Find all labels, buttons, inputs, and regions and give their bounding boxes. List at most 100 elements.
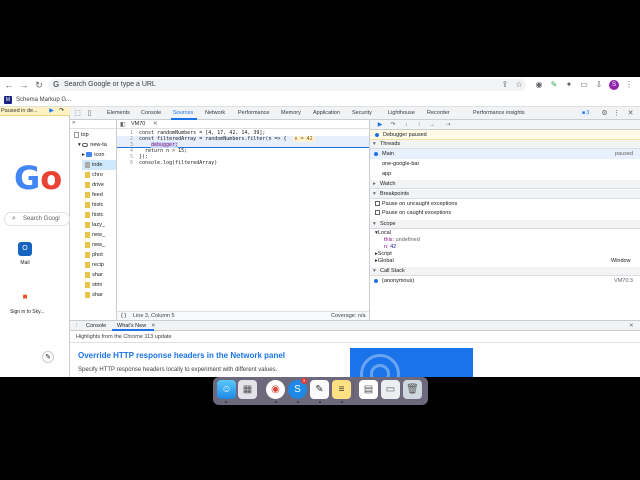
tree-item-selected[interactable]: inde <box>82 160 116 170</box>
star-icon[interactable]: ☆ <box>514 80 524 90</box>
tab-performance[interactable]: Performance <box>238 110 270 116</box>
checkbox[interactable] <box>375 201 380 206</box>
issues-count: 3 <box>586 110 590 116</box>
address-bar[interactable]: G Search Google or type a URL <box>48 79 526 91</box>
tab-console[interactable]: Console <box>141 110 161 116</box>
tree-item[interactable]: ▸ icon <box>82 150 104 160</box>
callstack-frame[interactable]: (anonymous) VM70:3 <box>370 276 640 286</box>
trash-icon[interactable]: 🗑 <box>403 380 422 399</box>
bookmarks-bar: M Schema Markup G... <box>0 93 640 107</box>
issues-badge[interactable]: ■ 3 <box>580 110 592 117</box>
tree-item[interactable]: new_ <box>82 240 105 250</box>
download-icon[interactable]: ⇩ <box>594 80 604 90</box>
scope-global[interactable]: ▸Global <box>375 258 394 265</box>
tree-item[interactable]: chro <box>82 170 103 180</box>
shortcut-mail[interactable]: O Mail <box>10 242 40 266</box>
windows-logo-icon: ■ <box>17 289 33 305</box>
tree-item[interactable]: recip <box>82 260 104 270</box>
profile-avatar[interactable]: S <box>609 80 619 90</box>
tree-item[interactable]: shar <box>82 290 103 300</box>
resume-icon[interactable]: ▶ <box>48 108 55 115</box>
section-watch[interactable]: ▸ Watch <box>370 180 640 189</box>
toggle-navigator-icon[interactable]: ◧ <box>120 121 126 128</box>
reload-icon[interactable]: ↻ <box>34 80 44 90</box>
resume-icon[interactable]: ▶ <box>376 121 384 129</box>
tree-item[interactable]: shar <box>82 270 103 280</box>
scope-local[interactable]: ▾Local <box>375 230 391 237</box>
tab-memory[interactable]: Memory <box>281 110 301 116</box>
section-threads[interactable]: ▾ Threads <box>370 140 640 149</box>
tree-item[interactable]: histc <box>82 210 103 220</box>
eyedropper-icon[interactable]: ✎ <box>549 80 559 90</box>
launchpad-icon[interactable]: ▦ <box>238 380 257 399</box>
thread-main[interactable]: Main paused <box>370 149 640 159</box>
document-icon[interactable]: ▤ <box>359 380 378 399</box>
sidebar-icon[interactable]: ▭ <box>579 80 589 90</box>
tab-elements[interactable]: Elements <box>107 110 130 116</box>
more-options-icon[interactable]: ⋮ <box>612 109 621 118</box>
section-breakpoints[interactable]: ▾ Breakpoints <box>370 190 640 199</box>
scope-script[interactable]: ▸Script <box>375 251 392 258</box>
close-drawer-icon[interactable]: ✕ <box>629 323 634 329</box>
tree-item[interactable]: drive <box>82 180 104 190</box>
section-label: Breakpoints <box>380 191 410 197</box>
notes-icon[interactable]: ≡ <box>332 380 351 399</box>
editor-tab-vm70[interactable]: VM70 <box>131 121 145 127</box>
script-editor-icon[interactable]: ✎ <box>310 380 329 399</box>
tree-item[interactable]: feed <box>82 190 103 200</box>
section-callstack[interactable]: ▾ Call Stack <box>370 267 640 276</box>
settings-gear-icon[interactable]: ⚙ <box>600 109 609 118</box>
chrome-icon[interactable]: ◉ <box>266 380 285 399</box>
tab-sources[interactable]: Sources <box>173 110 193 116</box>
tab-performance-insights[interactable]: Performance insights <box>473 110 525 116</box>
device-toolbar-icon[interactable]: ▯ <box>85 109 94 118</box>
back-icon[interactable]: ← <box>4 80 14 90</box>
thread-item[interactable]: app <box>370 169 640 179</box>
checkbox[interactable] <box>375 210 380 215</box>
bookmark-favicon-icon: M <box>4 96 12 104</box>
finder-icon[interactable]: ☺ <box>217 380 236 399</box>
feature-title-link[interactable]: Override HTTP response headers in the Ne… <box>78 351 285 360</box>
step-icon[interactable]: → <box>428 121 436 129</box>
menu-icon[interactable]: ⋮ <box>624 80 634 90</box>
tree-top[interactable]: top <box>74 130 89 140</box>
tab-network[interactable]: Network <box>205 110 225 116</box>
section-scope[interactable]: ▾ Scope <box>370 220 640 229</box>
puzzle-icon[interactable]: ✦ <box>564 80 574 90</box>
scope-key: n: <box>384 244 389 250</box>
bookmark-item[interactable]: Schema Markup G... <box>16 97 71 103</box>
extension-icon[interactable]: ◉ <box>534 80 544 90</box>
line-number[interactable]: 6 <box>117 160 133 166</box>
tree-item[interactable]: new_ <box>82 230 105 240</box>
tree-item[interactable]: lazy_ <box>82 220 105 230</box>
google-search-box[interactable]: ⌕ Search Googl <box>4 212 70 226</box>
tree-item[interactable]: histc <box>82 200 103 210</box>
deactivate-breakpoints-icon[interactable]: ⇢ <box>444 121 452 129</box>
close-devtools-icon[interactable]: ✕ <box>626 109 635 118</box>
share-icon[interactable]: ⇪ <box>500 80 510 90</box>
pause-caught-option[interactable]: Pause on caught exceptions <box>370 208 640 218</box>
section-label: Call Stack <box>380 268 405 274</box>
step-out-icon[interactable]: ↑ <box>415 121 423 129</box>
tree-new-tab[interactable]: ▾ new-ta <box>78 140 107 150</box>
tree-item[interactable]: phot <box>82 250 103 260</box>
drawer-tab-console[interactable]: Console <box>86 323 106 329</box>
tab-recorder[interactable]: Recorder <box>427 110 450 116</box>
tab-security[interactable]: Security <box>352 110 372 116</box>
close-tab-icon[interactable]: ✕ <box>153 121 158 127</box>
tree-item[interactable]: strin <box>82 280 102 290</box>
step-over-icon[interactable]: ↷ <box>58 108 65 115</box>
thread-item[interactable]: one-google-bar <box>370 159 640 169</box>
shortcut-sky[interactable]: ■ Sign in to Sky... <box>10 289 44 315</box>
step-over-icon[interactable]: ↷ <box>389 121 397 129</box>
downloads-folder-icon[interactable]: ▭ <box>381 380 400 399</box>
pretty-print-button[interactable]: { } <box>121 313 126 319</box>
customize-pencil-icon[interactable]: ✎ <box>42 351 54 363</box>
macos-dock: ☺ ▦ ◉ S 3 ✎ ≡ ▤ ▭ 🗑 <box>213 377 428 405</box>
tab-lighthouse[interactable]: Lighthouse <box>388 110 415 116</box>
inspect-icon[interactable]: ⬚ <box>73 109 82 118</box>
step-into-icon[interactable]: ↓ <box>402 121 410 129</box>
tab-application[interactable]: Application <box>313 110 340 116</box>
forward-icon[interactable]: → <box>19 80 29 90</box>
drawer-menu-icon[interactable]: ⋮ <box>74 323 80 329</box>
